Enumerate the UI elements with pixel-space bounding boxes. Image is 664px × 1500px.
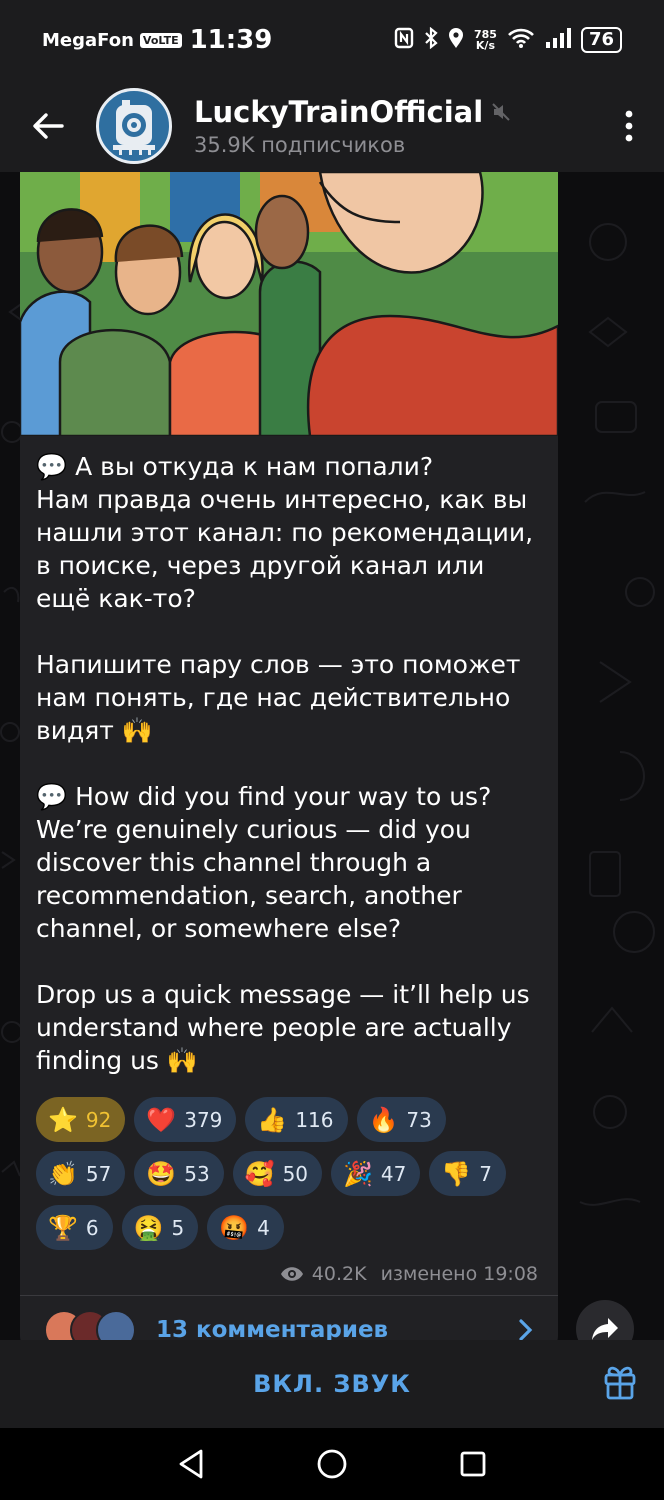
train-logo-icon [113, 100, 155, 155]
reaction-count: 379 [184, 1107, 223, 1132]
reactions-row: 🏆 6 🤮 5 🤬 4 [36, 1205, 546, 1250]
reaction-vomit[interactable]: 🤮 5 [121, 1205, 199, 1250]
avatar [96, 1310, 136, 1340]
nav-recents-button[interactable] [443, 1434, 503, 1494]
reaction-count: 116 [295, 1107, 334, 1132]
chat-header: LuckyTrainOfficial 35.9K подписчиков [0, 80, 664, 172]
reaction-thumbs-up[interactable]: 👍 116 [245, 1097, 348, 1142]
comments-button[interactable]: 13 комментариев [44, 1310, 534, 1340]
vomit-face-icon: 🤮 [133, 1213, 164, 1242]
message-text: 💬 А вы откуда к нам попали? Нам правда о… [36, 450, 546, 1110]
star-icon: ⭐ [48, 1105, 78, 1134]
reaction-heart[interactable]: ❤️ 379 [134, 1097, 237, 1142]
gift-button[interactable] [598, 1360, 642, 1404]
back-button[interactable] [0, 80, 96, 172]
view-count: 40.2K [311, 1263, 367, 1285]
reaction-count: 7 [479, 1161, 492, 1186]
chat-area[interactable]: 💬 А вы откуда к нам попали? Нам правда о… [0, 172, 664, 1340]
network-speed: 785 K/s [474, 29, 497, 51]
heart-icon: ❤️ [146, 1105, 177, 1134]
channel-title-row: LuckyTrainOfficial [194, 95, 511, 129]
network-speed-unit: K/s [475, 39, 495, 52]
message-paragraph: 💬 А вы откуда к нам попали? Нам правда о… [36, 452, 534, 613]
reaction-count: 5 [171, 1215, 185, 1240]
thumbs-up-icon: 👍 [257, 1105, 288, 1134]
fire-icon: 🔥 [368, 1105, 399, 1134]
status-time: 11:39 [189, 25, 273, 55]
subscriber-count: 35.9K подписчиков [194, 133, 406, 157]
message-paragraph: Drop us a quick message — it’ll help us … [36, 980, 530, 1075]
bluetooth-icon [424, 26, 438, 54]
channel-info[interactable]: LuckyTrainOfficial 35.9K подписчиков [194, 95, 511, 157]
wifi-icon [507, 27, 535, 54]
reaction-count: 57 [85, 1161, 112, 1186]
reaction-party[interactable]: 🎉 47 [331, 1151, 421, 1196]
battery-level: 76 [580, 27, 622, 53]
system-nav-bar [0, 1428, 664, 1500]
reaction-thumbs-down[interactable]: 👎 7 [429, 1151, 506, 1196]
trophy-icon: 🏆 [48, 1213, 78, 1242]
status-icons: 785 K/s 76 [394, 26, 622, 54]
reaction-clap[interactable]: 👏 57 [36, 1151, 126, 1196]
reaction-fire[interactable]: 🔥 73 [356, 1097, 446, 1142]
more-menu-button[interactable] [594, 80, 664, 172]
muted-icon [492, 103, 510, 121]
channel-avatar[interactable] [96, 88, 172, 164]
reactions-row: ⭐ 92 ❤️ 379 👍 116 🔥 73 [36, 1097, 546, 1142]
location-icon [448, 27, 464, 54]
message-paragraph: 💬 How did you find your way to us? We’re… [36, 782, 492, 943]
reactions-row: 👏 57 🤩 53 🥰 50 🎉 47 👎 7 [36, 1151, 546, 1196]
nav-home-button[interactable] [302, 1434, 362, 1494]
crowd-illustration-icon [20, 172, 558, 436]
reaction-count: 50 [282, 1161, 309, 1186]
comments-label: 13 комментариев [156, 1317, 389, 1340]
reaction-count: 53 [184, 1161, 210, 1186]
status-bar: MegaFon VoLTE 11:39 785 K/s 76 [0, 0, 664, 80]
volte-badge: VoLTE [139, 32, 182, 48]
triangle-back-icon [179, 1449, 203, 1479]
carrier-name: MegaFon [42, 29, 134, 51]
reaction-star[interactable]: ⭐ 92 [36, 1097, 126, 1142]
back-arrow-icon [33, 113, 64, 139]
party-popper-icon: 🎉 [343, 1159, 373, 1188]
square-recents-icon [460, 1451, 486, 1477]
gift-icon [604, 1366, 636, 1400]
reaction-trophy[interactable]: 🏆 6 [36, 1205, 113, 1250]
reaction-count: 47 [380, 1161, 407, 1186]
message-paragraph: Напишите пару слов — это поможет нам пон… [36, 650, 521, 745]
more-vertical-icon [625, 110, 633, 142]
thumbs-down-icon: 👎 [441, 1159, 472, 1188]
reaction-star-struck[interactable]: 🤩 53 [134, 1151, 224, 1196]
reaction-smiling-hearts[interactable]: 🥰 50 [232, 1151, 323, 1196]
signal-icon [545, 27, 571, 53]
post-illustration[interactable] [20, 172, 558, 436]
channel-title: LuckyTrainOfficial [194, 95, 484, 129]
comments-divider [20, 1295, 558, 1296]
chevron-right-icon [519, 1319, 533, 1340]
cursing-face-icon: 🤬 [219, 1213, 250, 1242]
clap-icon: 👏 [48, 1159, 78, 1188]
bottom-bar: ВКЛ. ЗВУК [0, 1340, 664, 1428]
circle-home-icon [317, 1449, 347, 1479]
share-arrow-icon [592, 1318, 618, 1340]
unmute-button[interactable]: ВКЛ. ЗВУК [253, 1370, 411, 1398]
star-struck-icon: 🤩 [146, 1159, 177, 1188]
reaction-count: 6 [85, 1215, 99, 1240]
nav-back-button[interactable] [161, 1434, 221, 1494]
reaction-count: 92 [85, 1107, 112, 1132]
message-meta: 40.2K изменено 19:08 [280, 1263, 538, 1285]
channel-post[interactable]: 💬 А вы откуда к нам попали? Нам правда о… [20, 172, 558, 1340]
edited-time: изменено 19:08 [380, 1263, 538, 1285]
reaction-count: 4 [257, 1215, 270, 1240]
eye-icon [280, 1267, 303, 1281]
reaction-cursing[interactable]: 🤬 4 [207, 1205, 284, 1250]
reaction-count: 73 [406, 1107, 432, 1132]
reactions-list: ⭐ 92 ❤️ 379 👍 116 🔥 73 👏 57 🤩 53 🥰 50 🎉 47 👎 7 🏆 6… [36, 1097, 546, 1259]
nfc-icon [394, 27, 414, 54]
smiling-hearts-icon: 🥰 [244, 1159, 275, 1188]
commenter-avatars [44, 1310, 136, 1340]
